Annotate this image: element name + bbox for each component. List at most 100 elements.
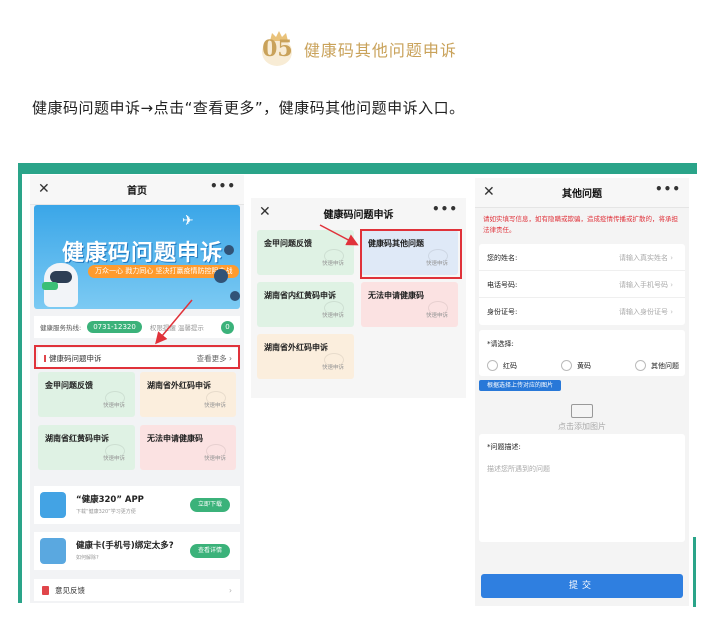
hotline-label: 健康服务热线: (40, 324, 82, 332)
upload-label: 点击添加图片 (558, 422, 606, 431)
cloud-app-icon (40, 492, 66, 518)
section-title: 健康码其他问题申诉 (303, 41, 457, 60)
card-tag: 快速申诉 (425, 313, 448, 319)
id-card-field[interactable]: 身份证号: 请输入身份证号 (479, 298, 685, 325)
radio-label: 黄码 (577, 362, 591, 370)
radio-yellow[interactable] (561, 360, 572, 371)
desc-textarea[interactable]: 描述您所遇到的问题 (487, 464, 550, 474)
section-heading: 05 健康码其他问题申诉 (0, 31, 719, 66)
article-page: 05 健康码其他问题申诉 健康码问题申诉→点击“查看更多”，健康码其他问题申诉入… (0, 0, 719, 644)
card-red-yellow-code[interactable]: 湖南省红黄码申诉 快速申诉 (38, 425, 135, 470)
feedback-row[interactable]: 意见反馈 › (34, 579, 240, 601)
bind-desc: 如何解除? (76, 555, 99, 561)
document-icon (42, 585, 49, 595)
phone-complaint-list: ✕ 健康码问题申诉 ••• 金甲问题反馈 快速申诉 健康码其他问题 快速申诉 湖… (251, 198, 466, 398)
hotline-tips[interactable]: 权限提醒 温馨提示 (150, 322, 204, 332)
card-outside-red-code[interactable]: 湖南省外红码申诉 快速申诉 (140, 372, 236, 417)
card-tag: 快速申诉 (321, 313, 344, 319)
virus-icon (230, 291, 240, 301)
highlight-box (360, 229, 462, 279)
card-cannot-apply[interactable]: 无法申请健康码 快速申诉 (140, 425, 236, 470)
card-bind-row: 健康卡(手机号)绑定太多? 如何解除? 查看详情 (34, 532, 240, 570)
radio-label: 红码 (503, 362, 517, 370)
description-box: *问题描述: 描述您所遇到的问题 (479, 434, 685, 542)
highlight-box (34, 345, 240, 369)
download-button[interactable]: 立即下载 (189, 498, 230, 512)
card-label: 无法申请健康码 (368, 291, 424, 300)
card-label: 湖南省外红码申诉 (147, 381, 211, 390)
close-icon[interactable]: ✕ (38, 181, 50, 197)
name-field[interactable]: 您的姓名: 请输入真实姓名 (479, 244, 685, 271)
topbar-title: 首页 (127, 186, 147, 197)
card-jinjia-feedback[interactable]: 金甲问题反馈 快速申诉 (38, 372, 135, 417)
card-icon (40, 538, 66, 564)
topbar: ✕ 健康码问题申诉 ••• (251, 198, 466, 228)
code-type-select: *请选择: 红码 黄码 其他问题 (479, 330, 685, 376)
phone-other-issue-form: ✕ 其他问题 ••• 请如实填写信息，如有隐瞒或欺骗，造成疫情传播或扩散的，将承… (475, 178, 689, 606)
submit-button[interactable]: 提交 (481, 574, 683, 598)
radio-other[interactable] (635, 360, 646, 371)
card-label: 金甲问题反馈 (264, 239, 312, 248)
phone-home: ✕ 首页 ••• ✈ 健康码问题申诉 万众一心 戮力同心 坚决打赢疫情防控阻击战… (30, 175, 244, 603)
card-tag: 快速申诉 (321, 365, 344, 371)
app-desc: 下载“健康320”学习更方便 (76, 509, 136, 515)
upload-hint: 根据选择上传对应的图片 (479, 380, 562, 391)
more-icon[interactable]: ••• (432, 202, 458, 216)
card-tag: 快速申诉 (102, 456, 125, 462)
close-icon[interactable]: ✕ (259, 204, 271, 220)
field-placeholder: 请输入真实姓名 (619, 253, 673, 263)
feedback-label: 意见反馈 (55, 585, 85, 595)
card-label: 湖南省外红码申诉 (264, 343, 328, 352)
topbar: ✕ 其他问题 ••• (475, 178, 689, 208)
field-label: 电话号码: (487, 281, 518, 289)
card-tag: 快速申诉 (102, 403, 125, 409)
field-label: 身份证号: (487, 308, 518, 316)
card-label: 金甲问题反馈 (45, 381, 93, 390)
legal-warning: 请如实填写信息，如有隐瞒或欺骗，造成疫情传播或扩散的，将承担法律责任。 (483, 215, 678, 234)
field-placeholder: 请输入身份证号 (619, 307, 673, 317)
notice-badge[interactable]: 0 (221, 321, 234, 334)
virus-icon (214, 269, 228, 283)
field-label: 您的姓名: (487, 254, 518, 262)
teal-frame-left (18, 163, 22, 603)
card-cannot-apply[interactable]: 无法申请健康码 快速申诉 (361, 282, 458, 327)
more-icon[interactable]: ••• (210, 179, 236, 193)
phone-field[interactable]: 电话号码: 请输入手机号码 (479, 271, 685, 298)
add-image-button[interactable]: 点击添加图片 (555, 404, 609, 432)
card-tag: 快速申诉 (321, 261, 344, 267)
card-label: 湖南省红黄码申诉 (45, 434, 109, 443)
banner-title: 健康码问题申诉 (62, 241, 224, 266)
desc-label: *问题描述: (487, 443, 521, 451)
hotline-bar: 健康服务热线: 0731-12320 权限提醒 温馨提示 0 (34, 316, 240, 338)
radio-group: 红码 黄码 其他问题 (479, 356, 685, 376)
personal-info-form: 您的姓名: 请输入真实姓名 电话号码: 请输入手机号码 身份证号: 请输入身份证… (479, 244, 685, 325)
card-jinjia-feedback[interactable]: 金甲问题反馈 快速申诉 (257, 230, 354, 275)
close-icon[interactable]: ✕ (483, 184, 495, 200)
card-label: 无法申请健康码 (147, 434, 203, 443)
select-label: *请选择: (487, 340, 514, 348)
chevron-right-icon: › (229, 585, 232, 595)
topbar-title: 健康码问题申诉 (323, 209, 394, 221)
plane-icon: ✈ (182, 213, 194, 229)
more-icon[interactable]: ••• (655, 182, 681, 196)
field-placeholder: 请输入手机号码 (619, 280, 673, 290)
card-tag: 快速申诉 (203, 403, 226, 409)
radio-red[interactable] (487, 360, 498, 371)
view-details-button[interactable]: 查看详情 (189, 544, 230, 558)
bind-title: 健康卡(手机号)绑定太多? (76, 541, 174, 551)
topbar-title: 其他问题 (562, 189, 602, 200)
banner[interactable]: ✈ 健康码问题申诉 万众一心 戮力同心 坚决打赢疫情防控阻击战 (34, 205, 240, 309)
card-outside-red-code[interactable]: 湖南省外红码申诉 快速申诉 (257, 334, 354, 379)
radio-label: 其他问题 (651, 362, 679, 370)
app-title: “健康320” APP (76, 495, 144, 505)
topbar: ✕ 首页 ••• (30, 175, 244, 205)
hotline-number[interactable]: 0731-12320 (87, 321, 142, 333)
teal-frame-top (18, 163, 697, 174)
app-download-row: “健康320” APP 下载“健康320”学习更方便 立即下载 (34, 486, 240, 524)
teal-frame-right (693, 537, 696, 607)
card-inside-red-yellow[interactable]: 湖南省内红黄码申诉 快速申诉 (257, 282, 354, 327)
section-number: 05 (262, 36, 293, 62)
virus-icon (224, 245, 234, 255)
card-tag: 快速申诉 (203, 456, 226, 462)
card-label: 湖南省内红黄码申诉 (264, 291, 336, 300)
